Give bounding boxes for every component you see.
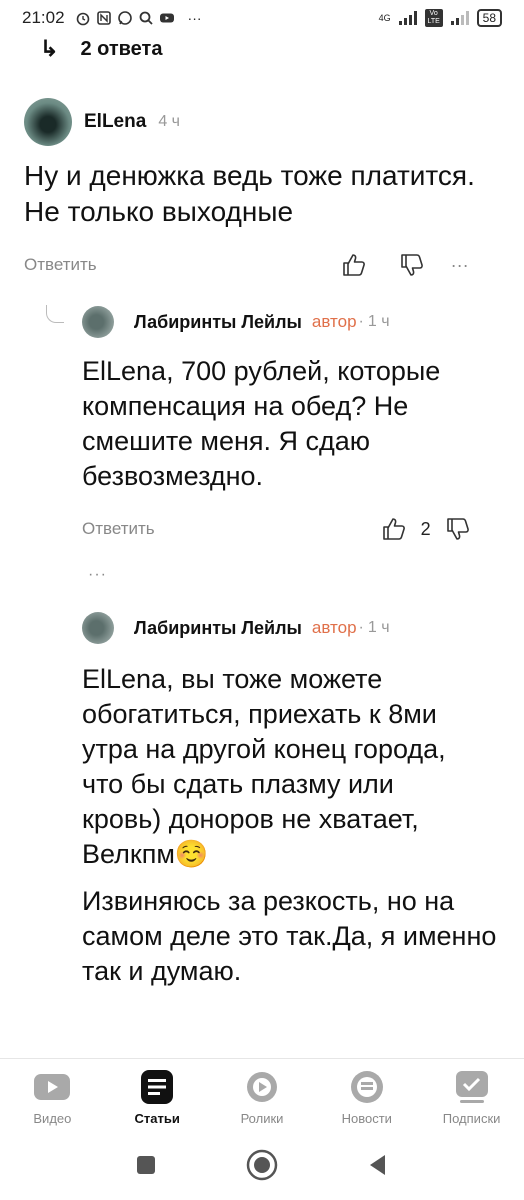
author-tag: автор	[311, 618, 357, 637]
subscriptions-icon	[455, 1071, 488, 1103]
nav-item-clips[interactable]: Ролики	[217, 1059, 307, 1130]
reply-arrow-icon: ↳	[40, 36, 59, 61]
like-count: 2	[420, 518, 431, 539]
dislike-icon[interactable]	[445, 516, 471, 542]
nav-label: Подписки	[442, 1111, 501, 1126]
whatsapp-icon	[117, 11, 132, 25]
comment-text: ElLena, вы тоже можете обогатиться, прие…	[82, 664, 446, 869]
nav-label: Ролики	[240, 1111, 284, 1126]
home-icon[interactable]	[245, 1148, 279, 1182]
avatar[interactable]	[82, 612, 114, 644]
articles-icon	[141, 1070, 174, 1104]
signal-icon	[398, 11, 417, 25]
comment-text: ElLena, 700 рублей, которые компенсация …	[82, 356, 441, 491]
author-name[interactable]: Лабиринты Лейлы	[134, 312, 302, 333]
replies-count-label: 2 ответа	[80, 37, 163, 60]
news-icon	[350, 1071, 383, 1103]
youtube-icon	[159, 13, 174, 23]
nav-item-articles[interactable]: Статьи	[112, 1059, 202, 1130]
author-name[interactable]: Лабиринты Лейлы	[134, 618, 302, 639]
replies-link[interactable]: ↳ 2 ответа	[40, 36, 162, 62]
clips-icon	[246, 1072, 277, 1102]
show-more-replies[interactable]: ···	[88, 566, 107, 584]
back-icon[interactable]	[366, 1153, 390, 1177]
like-icon[interactable]	[381, 516, 407, 542]
comment-text: Ну и денюжка ведь тоже платится. Не толь…	[24, 160, 475, 227]
alarm-icon	[76, 12, 89, 26]
network-label: 4G	[378, 13, 391, 23]
time-separator: ·	[358, 619, 364, 636]
time-separator: ·	[358, 313, 364, 330]
video-icon	[34, 1074, 71, 1100]
nav-label: Новости	[341, 1111, 392, 1126]
search-icon	[139, 11, 153, 25]
battery-indicator: 58	[476, 9, 502, 27]
nav-label: Статьи	[134, 1111, 180, 1126]
nav-item-video[interactable]: Видео	[7, 1059, 97, 1130]
nav-item-subscriptions[interactable]: Подписки	[427, 1059, 517, 1130]
comment-time: 1 ч	[367, 313, 390, 330]
reply-button[interactable]: Ответить	[82, 519, 155, 539]
comment-actions: Ответить ···	[24, 252, 504, 278]
reply-comment: Лабиринты Лейлы автор · 1 ч ElLena, 700 …	[82, 306, 502, 542]
comment-text-paragraph: Извиняюсь за резкость, но на самом деле …	[82, 886, 497, 986]
status-bar: 21:02 ··· 4G Vo LTE 58	[0, 0, 524, 36]
like-icon[interactable]	[341, 252, 367, 278]
comment-time: 1 ч	[367, 619, 390, 636]
comment-actions: Ответить 2	[82, 516, 502, 542]
nav-label: Видео	[33, 1111, 72, 1126]
volte-label: Vo LTE	[424, 9, 443, 27]
status-time: 21:02	[22, 8, 65, 27]
signal-icon-2	[450, 11, 469, 25]
system-navigation-bar	[0, 1130, 524, 1200]
avatar[interactable]	[24, 98, 72, 146]
author-tag: автор	[311, 312, 357, 331]
status-more: ···	[187, 10, 202, 26]
thread-connector	[46, 305, 64, 323]
nav-item-news[interactable]: Новости	[322, 1059, 412, 1130]
dislike-icon[interactable]	[399, 252, 425, 278]
author-name[interactable]: ElLena	[84, 111, 146, 133]
reply-comment: Лабиринты Лейлы автор · 1 ч ElLena, вы т…	[82, 612, 502, 989]
avatar[interactable]	[82, 306, 114, 338]
bottom-navigation: Видео Статьи Ролики Новости Подписки	[0, 1058, 524, 1130]
reply-button[interactable]: Ответить	[24, 255, 97, 275]
nfc-icon	[96, 11, 111, 25]
comment-time: 4 ч	[158, 113, 180, 130]
more-options-icon[interactable]: ···	[451, 255, 469, 276]
recent-apps-icon[interactable]	[134, 1153, 158, 1177]
comment: ElLena 4 ч Ну и денюжка ведь тоже платит…	[24, 98, 504, 278]
